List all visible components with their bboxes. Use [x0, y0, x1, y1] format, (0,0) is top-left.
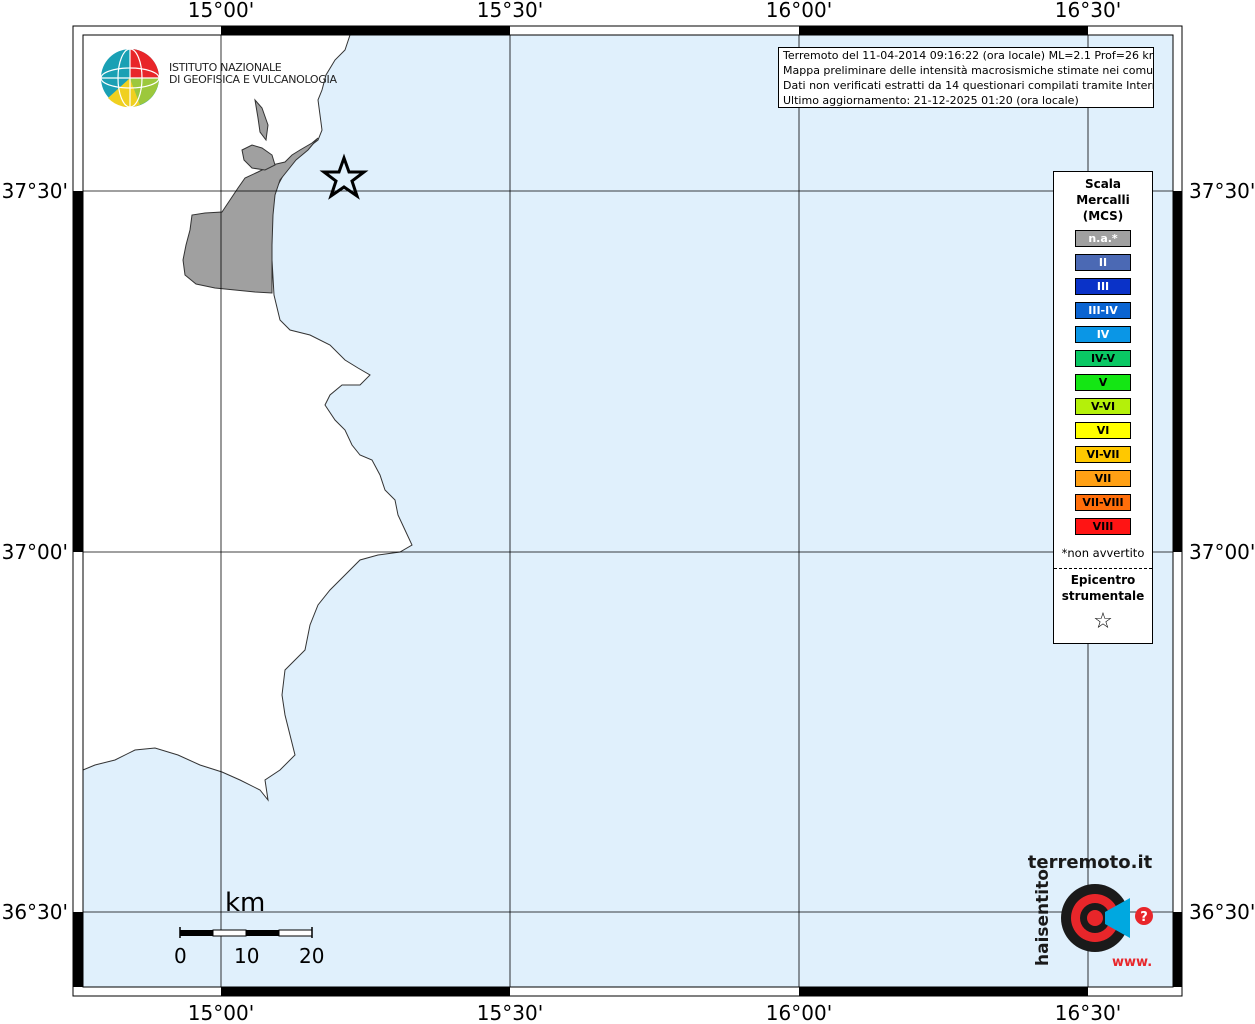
lon-label-top-4: 16°30' [1055, 0, 1121, 22]
lat-label-right-2: 37°00' [1189, 540, 1255, 564]
legend-swatch: VI [1075, 422, 1131, 439]
legend-epicenter-line-1: Epicentro [1070, 573, 1136, 587]
scale-label-0: 0 [174, 944, 187, 968]
legend-swatch: IV-V [1075, 350, 1131, 367]
legend-swatch: VII [1075, 470, 1131, 487]
lon-label-top-1: 15°00' [188, 0, 254, 22]
legend-swatch: VI-VII [1075, 446, 1131, 463]
badge-bottom-text: www. [1112, 955, 1152, 970]
info-line-3: Dati non verificati estratti da 14 quest… [783, 79, 1154, 92]
legend-epicenter-line-2: strumentale [1061, 589, 1145, 603]
lat-label-left-1: 37°30' [2, 179, 68, 203]
legend-separator [1054, 568, 1152, 569]
lon-label-bottom-2: 15°30' [477, 1001, 543, 1024]
svg-text:?: ? [1140, 910, 1148, 925]
scale-unit: km [225, 888, 266, 918]
lon-label-top-2: 15°30' [477, 0, 543, 22]
lat-label-right-3: 36°30' [1189, 900, 1255, 924]
legend-title-line-3: (MCS) [1082, 209, 1124, 223]
lon-label-bottom-4: 16°30' [1055, 1001, 1121, 1024]
legend-swatch: n.a.* [1075, 230, 1131, 247]
legend-title-line-1: Scala [1084, 177, 1122, 191]
scale-label-20: 20 [299, 944, 325, 968]
info-line-1: Terremoto del 11-04-2014 09:16:22 (ora l… [783, 49, 1154, 62]
lon-label-bottom-3: 16°00' [766, 1001, 832, 1024]
lon-label-top-3: 16°00' [766, 0, 832, 22]
institute-name: ISTITUTO NAZIONALE DI GEOFISICA E VULCAN… [169, 62, 337, 86]
legend-swatch: III [1075, 278, 1131, 295]
ingv-globe-icon [100, 48, 160, 108]
legend-swatch: IV [1075, 326, 1131, 343]
legend-star-icon: ☆ [1093, 609, 1113, 634]
legend-swatch: V-VI [1075, 398, 1131, 415]
legend-swatch: VIII [1075, 518, 1131, 535]
badge-side-text: haisentito [1033, 869, 1053, 966]
legend-swatch: III-IV [1075, 302, 1131, 319]
institute-line-2: DI GEOFISICA E VULCANOLOGIA [169, 73, 337, 86]
lon-label-bottom-1: 15°00' [188, 1001, 254, 1024]
info-line-2: Mappa preliminare delle intensità macros… [783, 64, 1154, 77]
legend-epicenter-label: Epicentro strumentale [1054, 572, 1152, 604]
scale-label-10: 10 [234, 944, 260, 968]
legend-swatch: V [1075, 374, 1131, 391]
legend-swatch: II [1075, 254, 1131, 271]
legend-title-line-2: Mercalli [1076, 193, 1130, 207]
lat-label-left-3: 36°30' [2, 900, 68, 924]
event-info-box: Terremoto del 11-04-2014 09:16:22 (ora l… [778, 47, 1154, 108]
legend-title: Scala Mercalli (MCS) [1054, 176, 1152, 224]
legend-note: *non avvertito [1061, 546, 1145, 560]
info-line-4: Ultimo aggiornamento: 21-12-2025 01:20 (… [783, 94, 1079, 107]
mcs-legend: Scala Mercalli (MCS) n.a.* II III III-IV IV I… [1053, 171, 1153, 644]
lat-label-left-2: 37°00' [2, 540, 68, 564]
legend-swatch: VII-VIII [1075, 494, 1131, 511]
lat-label-right-1: 37°30' [1189, 179, 1255, 203]
